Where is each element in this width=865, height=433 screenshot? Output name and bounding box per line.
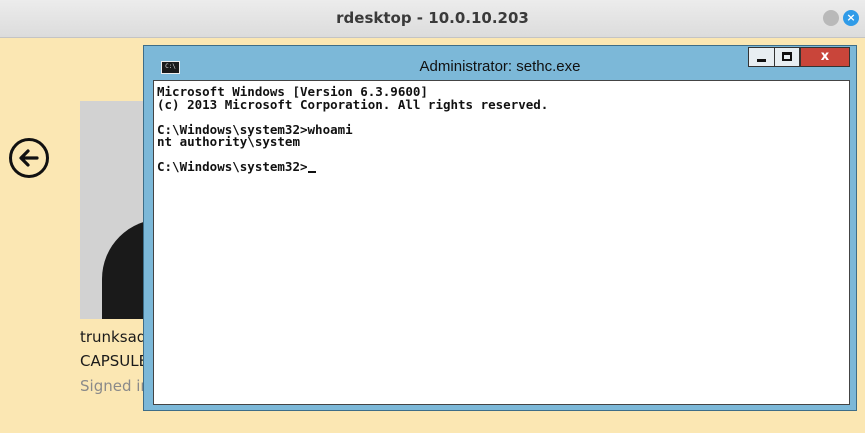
user-domain: CAPSULE: [80, 352, 149, 370]
console-line: (c) 2013 Microsoft Corporation. All righ…: [157, 96, 549, 112]
cmd-minimize-button[interactable]: [748, 47, 775, 67]
cmd-maximize-button[interactable]: [774, 47, 800, 67]
cmd-console[interactable]: Microsoft Windows [Version 6.3.9600] (c)…: [153, 80, 850, 405]
user-name: trunksadr: [80, 328, 153, 346]
rdesktop-titlebar[interactable]: rdesktop - 10.0.10.203 ×: [0, 0, 865, 38]
cmd-close-button[interactable]: x: [800, 47, 850, 67]
cmd-titlebar[interactable]: C:\ Administrator: sethc.exe x: [144, 46, 856, 80]
console-line: nt authority\system: [157, 134, 300, 149]
back-arrow-icon[interactable]: [9, 138, 49, 178]
rdesktop-close-button[interactable]: ×: [843, 10, 859, 26]
maximize-icon: [782, 52, 792, 61]
rdesktop-minimize-button[interactable]: [823, 10, 839, 26]
rdesktop-title: rdesktop - 10.0.10.203: [336, 9, 529, 27]
cmd-window[interactable]: C:\ Administrator: sethc.exe x Microsoft…: [143, 45, 857, 411]
user-avatar[interactable]: [80, 101, 152, 319]
text-cursor: [307, 171, 316, 173]
minimize-icon: [757, 59, 766, 62]
console-prompt: C:\Windows\system32>: [157, 159, 308, 174]
console-prompt-line[interactable]: C:\Windows\system32>: [157, 159, 846, 174]
